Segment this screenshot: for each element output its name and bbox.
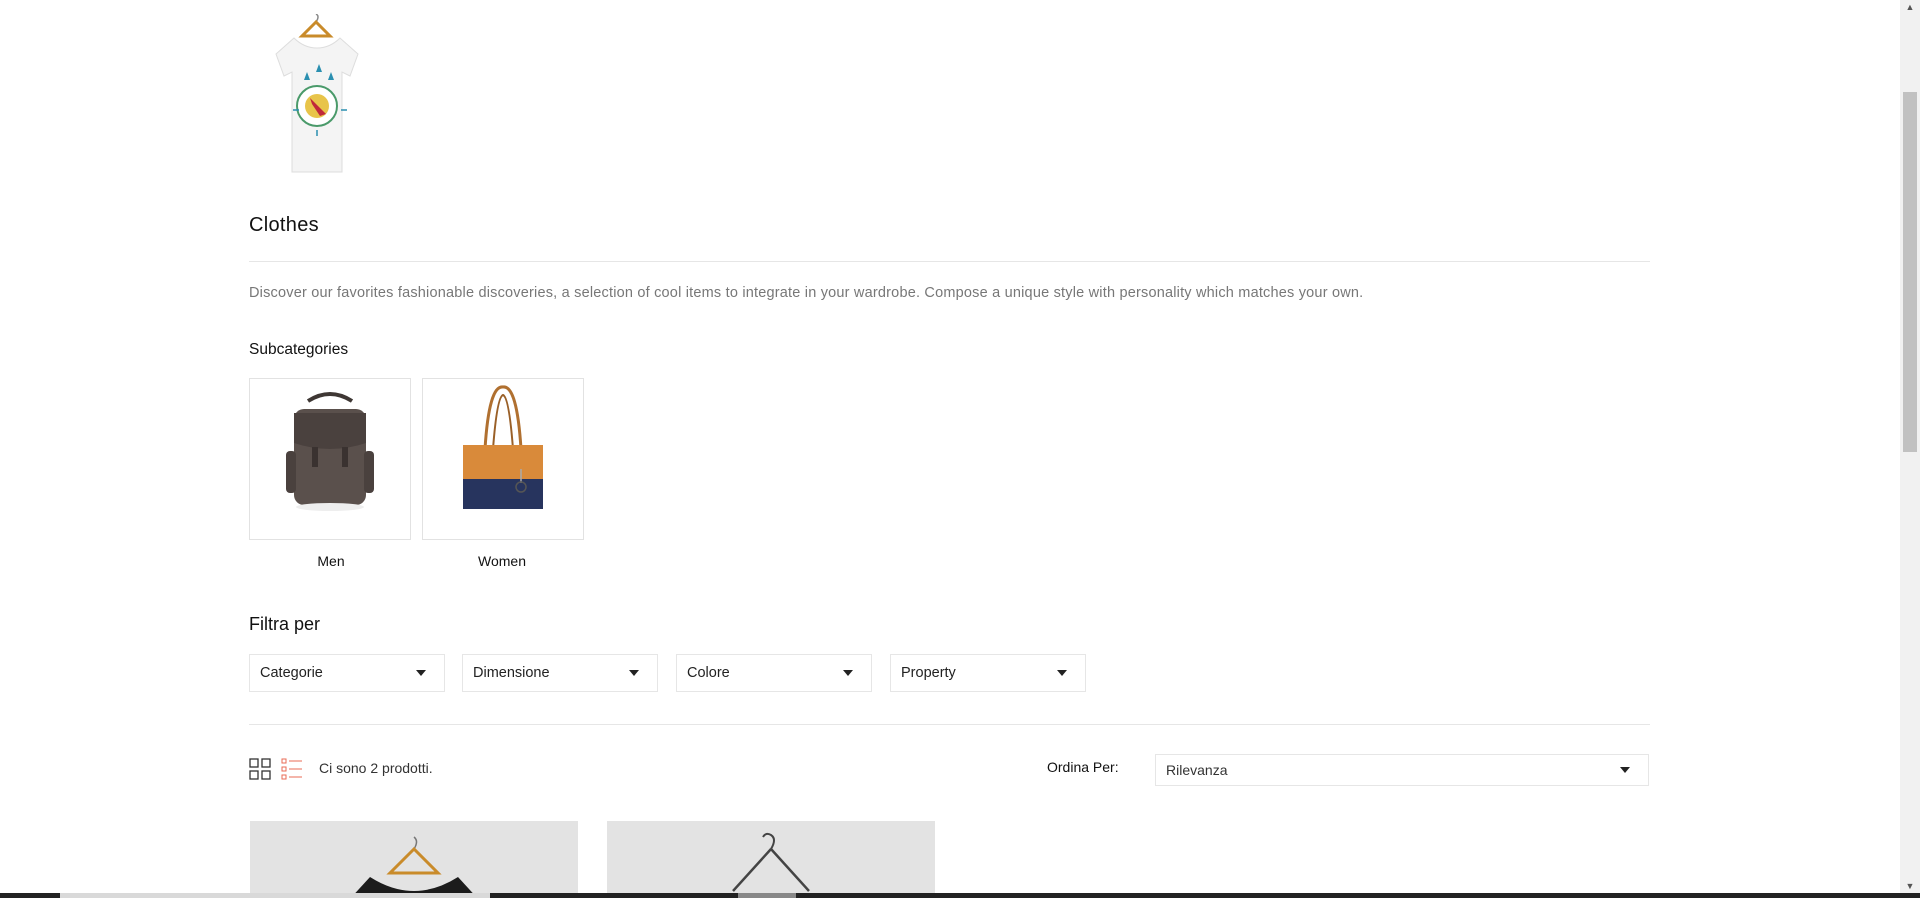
scroll-up-icon[interactable]: ▲: [1900, 0, 1920, 14]
vertical-scrollbar[interactable]: ▲ ▼: [1900, 0, 1920, 893]
tote-bag-image: [463, 385, 543, 509]
bottom-bar-segment: [60, 893, 490, 898]
subcategories-heading: Subcategories: [249, 341, 349, 358]
caret-down-icon: [1620, 767, 1630, 773]
bottom-bar: [0, 893, 1920, 898]
filter-colore-dropdown[interactable]: Colore: [676, 654, 872, 692]
subcategory-label-women[interactable]: Women: [420, 553, 584, 569]
title-divider: [249, 261, 1650, 262]
filter-dropdown-label: Categorie: [260, 665, 323, 681]
filter-dimensione-dropdown[interactable]: Dimensione: [462, 654, 658, 692]
caret-down-icon: [1057, 670, 1067, 676]
filter-categorie-dropdown[interactable]: Categorie: [249, 654, 445, 692]
bottom-bar-segment: [738, 893, 796, 898]
caret-down-icon: [843, 670, 853, 676]
scrollbar-thumb[interactable]: [1903, 92, 1917, 452]
filter-dropdown-label: Colore: [687, 665, 730, 681]
product-image: [355, 836, 473, 893]
sort-selected-value: Rilevanza: [1166, 762, 1228, 778]
product-image: [732, 832, 810, 892]
sort-dropdown[interactable]: Rilevanza: [1155, 754, 1649, 786]
subcategory-card-men[interactable]: [249, 378, 411, 540]
filter-dropdown-label: Dimensione: [473, 665, 550, 681]
filters-divider: [249, 724, 1650, 725]
sort-label: Ordina Per:: [1047, 759, 1119, 775]
category-page: Clothes Discover our favorites fashionab…: [0, 0, 1900, 893]
grid-view-icon[interactable]: [249, 758, 271, 780]
product-count: Ci sono 2 prodotti.: [319, 760, 433, 776]
scroll-down-icon[interactable]: ▼: [1900, 879, 1920, 893]
filter-property-dropdown[interactable]: Property: [890, 654, 1086, 692]
category-cover-image: [264, 13, 368, 184]
subcategory-label-men[interactable]: Men: [249, 553, 413, 569]
product-card[interactable]: [250, 821, 578, 893]
category-description: Discover our favorites fashionable disco…: [249, 285, 1364, 301]
caret-down-icon: [416, 670, 426, 676]
backpack-image: [286, 392, 374, 511]
product-card[interactable]: [607, 821, 935, 893]
list-view-icon[interactable]: [281, 758, 303, 780]
caret-down-icon: [629, 670, 639, 676]
filter-dropdown-label: Property: [901, 665, 956, 681]
filter-heading: Filtra per: [249, 614, 321, 634]
subcategory-card-women[interactable]: [422, 378, 584, 540]
category-title: Clothes: [249, 214, 319, 236]
